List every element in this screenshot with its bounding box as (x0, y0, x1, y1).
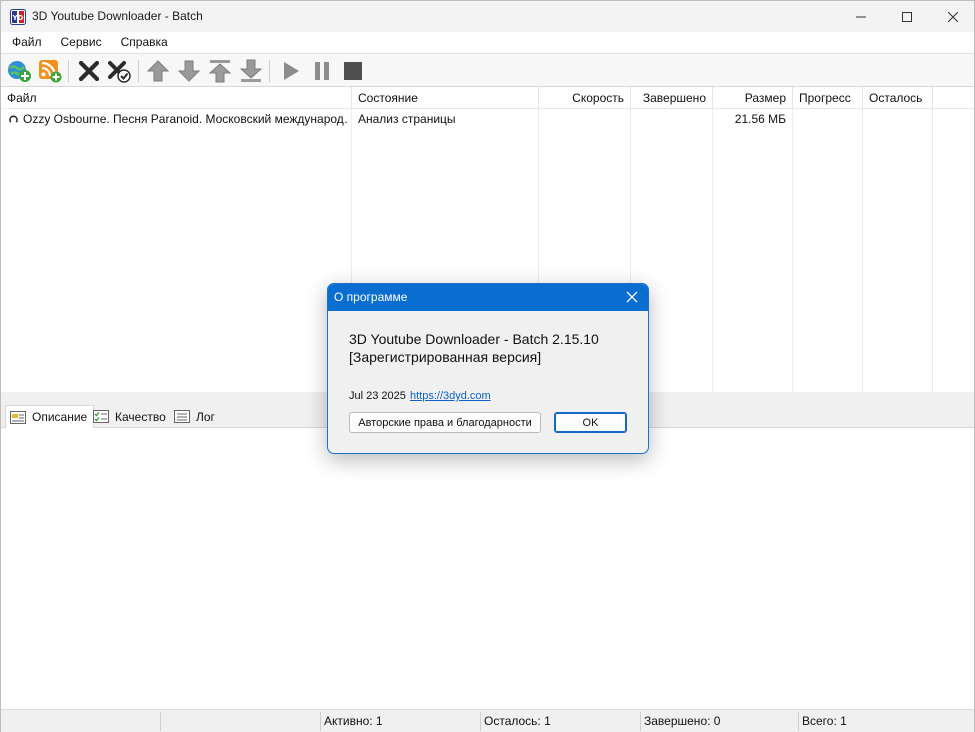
move-up-button[interactable] (145, 58, 171, 84)
move-top-icon (208, 60, 232, 83)
about-build-date: Jul 23 2025 (349, 390, 406, 402)
column-divider (792, 109, 793, 392)
column-header-file[interactable]: Файл (1, 87, 352, 109)
column-header-completed[interactable]: Завершено (631, 87, 713, 109)
status-empty-cell (160, 712, 320, 731)
svg-text:YD: YD (12, 14, 24, 22)
window-title: 3D Youtube Downloader - Batch (32, 9, 203, 23)
move-down-button[interactable] (176, 58, 202, 84)
tab-quality-label: Качество (115, 409, 166, 424)
row-size: 21.56 МБ (734, 112, 786, 126)
column-header-size[interactable]: Размер (713, 87, 793, 109)
tab-log-label: Лог (196, 409, 215, 424)
tab-log[interactable]: Лог (170, 405, 221, 428)
quality-tab-icon (93, 410, 109, 423)
column-divider (862, 109, 863, 392)
add-url-button[interactable] (6, 58, 32, 84)
rss-button[interactable] (37, 58, 63, 84)
column-header-remaining[interactable]: Осталось (863, 87, 933, 109)
row-completed (631, 109, 707, 130)
row-progress (793, 109, 857, 130)
list-header: Файл Состояние Скорость Завершено Размер… (1, 87, 974, 109)
about-dialog-body: 3D Youtube Downloader - Batch 2.15.10 [З… (328, 311, 648, 453)
move-bottom-button[interactable] (238, 58, 264, 84)
minimize-button[interactable] (838, 1, 884, 32)
start-icon (284, 62, 299, 80)
ok-button[interactable]: OK (554, 412, 627, 433)
stop-button[interactable] (340, 58, 366, 84)
move-up-icon (146, 60, 170, 82)
column-divider (712, 109, 713, 392)
close-icon (948, 11, 958, 22)
loading-spinner-icon (9, 115, 18, 123)
pause-button[interactable] (309, 58, 335, 84)
toolbar-separator (138, 60, 139, 82)
minimize-icon (856, 16, 866, 17)
column-header-speed[interactable]: Скорость (539, 87, 631, 109)
move-top-button[interactable] (207, 58, 233, 84)
tab-description-label: Описание (32, 410, 88, 424)
about-dialog-close-icon[interactable] (624, 289, 640, 305)
stop-icon (344, 62, 362, 80)
table-row[interactable]: Ozzy Osbourne. Песня Paranoid. Московски… (1, 109, 974, 130)
status-remaining: Осталось: 1 (480, 712, 640, 731)
about-app-name: 3D Youtube Downloader - Batch 2.15.10 (349, 331, 599, 347)
status-bar: Активно: 1 Осталось: 1 Завершено: 0 Всег… (1, 709, 974, 732)
log-tab-icon (174, 410, 190, 423)
toolbar-separator (269, 60, 270, 82)
delete-completed-button[interactable] (106, 58, 132, 84)
menu-help[interactable]: Справка (110, 32, 176, 53)
status-active: Активно: 1 (320, 712, 480, 731)
maximize-icon (902, 11, 912, 22)
status-total: Всего: 1 (798, 712, 974, 731)
credits-button[interactable]: Авторские права и благодарности (349, 412, 541, 433)
menu-bar: Файл Сервис Справка (1, 32, 974, 53)
column-header-status[interactable]: Состояние (352, 87, 539, 109)
status-completed: Завершено: 0 (640, 712, 798, 731)
app-logo-icon: YD (10, 9, 26, 25)
menu-file[interactable]: Файл (1, 32, 50, 53)
row-file-name: Ozzy Osbourne. Песня Paranoid. Московски… (23, 112, 348, 126)
start-button[interactable] (278, 58, 304, 84)
delete-completed-icon (108, 61, 131, 83)
about-dialog-title: О программе (334, 290, 408, 304)
menu-service[interactable]: Сервис (50, 32, 110, 53)
row-speed (539, 109, 625, 130)
pause-icon (315, 62, 329, 80)
about-website-link[interactable]: https://3dyd.com (410, 390, 491, 402)
row-remaining (863, 109, 927, 130)
delete-button[interactable] (76, 58, 102, 84)
maximize-button[interactable] (884, 1, 930, 32)
rss-icon (39, 60, 62, 83)
main-window: YD 3D Youtube Downloader - Batch Файл Се… (0, 0, 975, 732)
move-bottom-icon (239, 59, 263, 82)
toolbar-separator (68, 60, 69, 82)
column-divider (932, 109, 933, 392)
tab-quality[interactable]: Качество (89, 405, 172, 428)
about-dialog-titlebar: О программе (328, 284, 648, 311)
toolbar (1, 53, 974, 87)
tab-description[interactable]: Описание (5, 405, 95, 429)
title-bar: YD 3D Youtube Downloader - Batch (1, 1, 974, 32)
about-registration: [Зарегистрированная версия] (349, 349, 542, 365)
delete-icon (78, 60, 100, 82)
add-url-icon (8, 61, 31, 82)
row-status: Анализ страницы (358, 112, 456, 126)
description-pane[interactable] (1, 428, 974, 709)
column-header-progress[interactable]: Прогресс (793, 87, 863, 109)
close-button[interactable] (930, 1, 975, 32)
about-dialog: О программе 3D Youtube Downloader - Batc… (327, 283, 649, 454)
move-down-icon (177, 60, 201, 82)
description-tab-icon (10, 410, 26, 424)
